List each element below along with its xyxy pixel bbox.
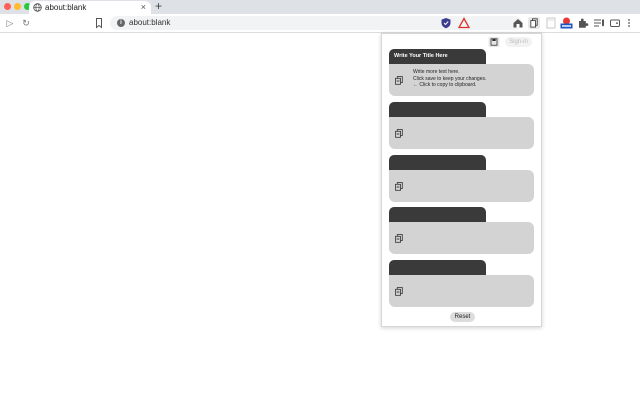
reading-list-icon[interactable] bbox=[593, 17, 605, 29]
reload-button[interactable]: ↻ bbox=[20, 17, 32, 29]
note-card bbox=[389, 207, 534, 255]
note-card bbox=[389, 102, 534, 150]
copy-icon[interactable] bbox=[395, 287, 403, 296]
copy-icon[interactable] bbox=[395, 129, 403, 138]
notes-popup: Sign-in Write Your Title Here Write more… bbox=[381, 33, 542, 327]
note-card bbox=[389, 155, 534, 203]
note-title[interactable] bbox=[389, 102, 486, 117]
new-badge-extension-icon[interactable] bbox=[560, 17, 573, 29]
note-body[interactable] bbox=[389, 170, 534, 202]
notes-extension-button[interactable] bbox=[528, 17, 540, 29]
browser-toolbar: ▷ ↻ i about:blank bbox=[0, 14, 640, 33]
save-icon[interactable] bbox=[488, 37, 500, 47]
note-card bbox=[389, 260, 534, 308]
note-title[interactable] bbox=[389, 207, 486, 222]
note-title[interactable]: Write Your Title Here bbox=[389, 49, 486, 64]
close-window-button[interactable] bbox=[4, 3, 11, 10]
reset-button[interactable]: Reset bbox=[450, 312, 475, 322]
menu-icon[interactable] bbox=[624, 17, 634, 29]
wallet-icon[interactable] bbox=[609, 17, 621, 29]
copy-icon[interactable] bbox=[395, 234, 403, 243]
tab-close-button[interactable]: × bbox=[141, 1, 146, 13]
copy-icon[interactable] bbox=[395, 76, 403, 85]
new-tab-button[interactable]: + bbox=[155, 0, 162, 13]
home-extension-icon[interactable] bbox=[512, 17, 524, 29]
back-button[interactable]: ▷ bbox=[4, 17, 16, 29]
note-text[interactable]: Write more text here. Click save to keep… bbox=[413, 69, 486, 89]
address-bar[interactable]: i about:blank bbox=[110, 16, 522, 30]
bookmark-icon[interactable] bbox=[94, 17, 104, 29]
puzzle-icon[interactable] bbox=[577, 17, 589, 29]
sign-in-button[interactable]: Sign-in bbox=[505, 37, 532, 47]
page-extension-icon[interactable] bbox=[545, 17, 557, 29]
minimize-window-button[interactable] bbox=[14, 3, 21, 10]
warning-triangle-icon[interactable] bbox=[458, 17, 470, 29]
note-title[interactable] bbox=[389, 155, 486, 170]
note-title[interactable] bbox=[389, 260, 486, 275]
tab-title: about:blank bbox=[45, 3, 87, 12]
active-tab[interactable]: about:blank × bbox=[29, 1, 151, 14]
copy-extension-icon bbox=[530, 18, 538, 28]
copy-icon[interactable] bbox=[395, 182, 403, 191]
note-body[interactable] bbox=[389, 222, 534, 254]
note-body[interactable]: Write more text here. Click save to keep… bbox=[389, 64, 534, 96]
shield-icon[interactable] bbox=[440, 17, 452, 29]
globe-icon bbox=[33, 3, 42, 12]
info-icon[interactable]: i bbox=[117, 19, 125, 27]
note-card: Write Your Title Here Write more text he… bbox=[389, 49, 534, 97]
note-body[interactable] bbox=[389, 275, 534, 307]
note-body[interactable] bbox=[389, 117, 534, 149]
url-text[interactable]: about:blank bbox=[129, 17, 170, 29]
tab-strip: about:blank × + bbox=[0, 0, 640, 14]
